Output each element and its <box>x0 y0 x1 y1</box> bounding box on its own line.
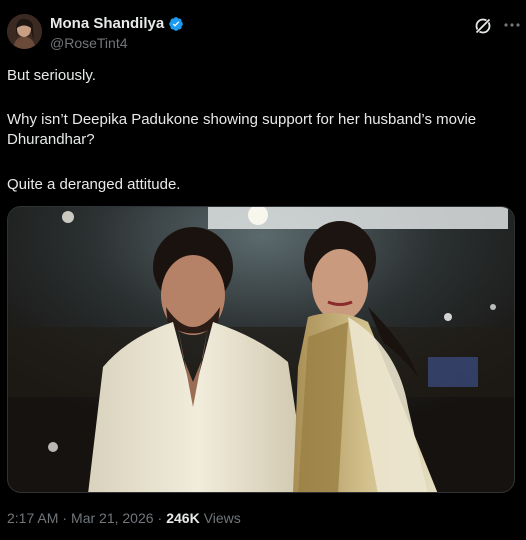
grok-icon[interactable] <box>473 16 493 36</box>
views-count[interactable]: 246K <box>166 510 199 526</box>
tweet-text-line: Quite a deranged attitude. <box>7 176 181 193</box>
tweet-time[interactable]: 2:17 AM <box>7 510 58 526</box>
meta-separator: · <box>157 510 163 526</box>
photo-illustration <box>8 207 514 492</box>
verified-badge-icon <box>169 16 184 31</box>
tweet-date[interactable]: Mar 21, 2026 <box>71 510 154 526</box>
avatar[interactable] <box>7 14 42 49</box>
tweet-text-line: Why isn’t Deepika Padukone showing suppo… <box>7 111 477 148</box>
tweet-text-line: But seriously. <box>7 67 96 84</box>
author-handle[interactable]: @RoseTint4 <box>50 35 128 51</box>
tweet-meta: 2:17 AM · Mar 21, 2026 · 246K Views <box>7 510 241 526</box>
tweet-photo[interactable] <box>7 206 515 493</box>
meta-separator: · <box>62 510 68 526</box>
display-name[interactable]: Mona Shandilya <box>50 15 164 32</box>
tweet: Mona Shandilya @RoseTint4 But seriously.… <box>0 0 526 540</box>
views-label: Views <box>203 510 241 526</box>
more-icon[interactable] <box>502 15 522 35</box>
author-row: Mona Shandilya <box>50 15 184 32</box>
